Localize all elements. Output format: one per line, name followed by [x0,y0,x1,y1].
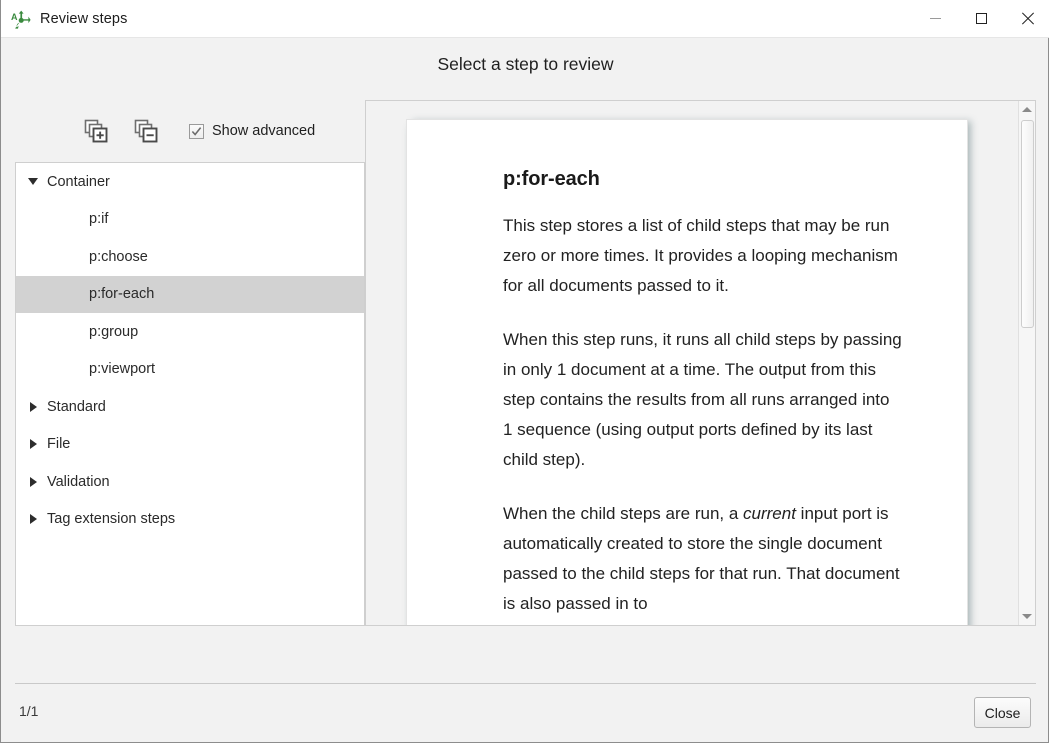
close-icon [1021,12,1034,25]
show-advanced-label: Show advanced [212,123,316,139]
doc-title: p:for-each [503,168,600,190]
tree-item-container[interactable]: Container [16,163,364,201]
close-button[interactable]: Close [974,697,1031,728]
tree-toolbar: Show advanced [15,100,365,162]
maximize-icon [975,13,987,24]
close-window-button[interactable] [1004,0,1049,38]
tree-item-label: p:if [89,211,109,228]
tree-item-p-for-each[interactable]: p:for-each [16,275,364,313]
scrollbar-thumb[interactable] [1021,120,1034,328]
chevron-right-icon[interactable] [16,439,46,450]
scroll-up-button[interactable] [1019,101,1035,118]
doc-paragraph: This step stores a list of child steps t… [503,216,898,295]
step-tree[interactable]: Container p:if p:choose p:for-each p:group p:… [15,162,365,626]
tree-item-label: p:for-each [89,286,155,303]
footer-divider [15,683,1036,684]
tree-item-p-choose[interactable]: p:choose [16,238,364,276]
tree-item-p-viewport[interactable]: p:viewport [16,351,364,389]
tree-item-standard[interactable]: Standard [16,388,364,426]
triangle-glyph [29,401,37,412]
step-preview-pane: p:for-each This step stores a list of ch… [365,100,1036,626]
workflow-steps-icon: A [10,8,32,30]
scroll-down-icon [1022,614,1032,619]
tree-item-label: Container [47,173,110,190]
minimize-button[interactable] [912,0,958,38]
tree-item-label: p:choose [89,248,148,265]
window-controls [912,0,1049,38]
triangle-glyph [29,439,37,450]
doc-emphasis: current [743,504,796,523]
tree-item-label: p:viewport [89,361,156,378]
tree-item-validation[interactable]: Validation [16,463,364,501]
minimize-icon [929,18,941,19]
triangle-glyph [29,514,37,525]
svg-text:A: A [11,12,18,22]
tree-item-label: Standard [47,398,106,415]
tree-item-tag-extension-steps[interactable]: Tag extension steps [16,501,364,539]
tree-item-label: File [47,436,71,453]
tree-item-label: Tag extension steps [47,511,176,528]
tree-item-label: Validation [47,473,110,490]
tree-item-p-if[interactable]: p:if [16,201,364,239]
triangle-glyph [28,178,38,186]
page-indicator: 1/1 [19,703,39,719]
expand-all-icon[interactable] [79,114,113,148]
scroll-down-button[interactable] [1019,608,1035,625]
chevron-right-icon[interactable] [16,476,46,487]
tree-item-label: p:group [89,323,139,340]
chevron-right-icon[interactable] [16,514,46,525]
maximize-button[interactable] [958,0,1004,38]
scroll-up-icon [1022,107,1032,112]
checkbox-box [189,123,204,139]
review-steps-window: A Review steps Select a step to review S… [0,0,1049,743]
tree-item-file[interactable]: File [16,426,364,464]
check-icon [191,126,202,136]
show-advanced-checkbox[interactable]: Show advanced [189,123,315,139]
doc-paragraph: When this step runs, it runs all child s… [503,330,902,469]
step-browser-pane: Show advanced Container p:if p:choose p:for… [15,100,365,626]
doc-text-before: When the child steps are run, a [503,504,744,523]
collapse-all-icon[interactable] [129,114,163,148]
title-bar: A Review steps [1,0,1049,38]
doc-paragraph: When the child steps are run, a current … [503,499,903,619]
triangle-glyph [29,476,37,487]
chevron-down-icon[interactable] [16,178,46,186]
page-title: Select a step to review [437,53,614,74]
tree-item-p-group[interactable]: p:group [16,313,364,351]
document-page: p:for-each This step stores a list of ch… [406,119,968,625]
preview-vertical-scrollbar[interactable] [1018,101,1035,625]
chevron-right-icon[interactable] [16,401,46,412]
window-title: Review steps [40,10,128,27]
